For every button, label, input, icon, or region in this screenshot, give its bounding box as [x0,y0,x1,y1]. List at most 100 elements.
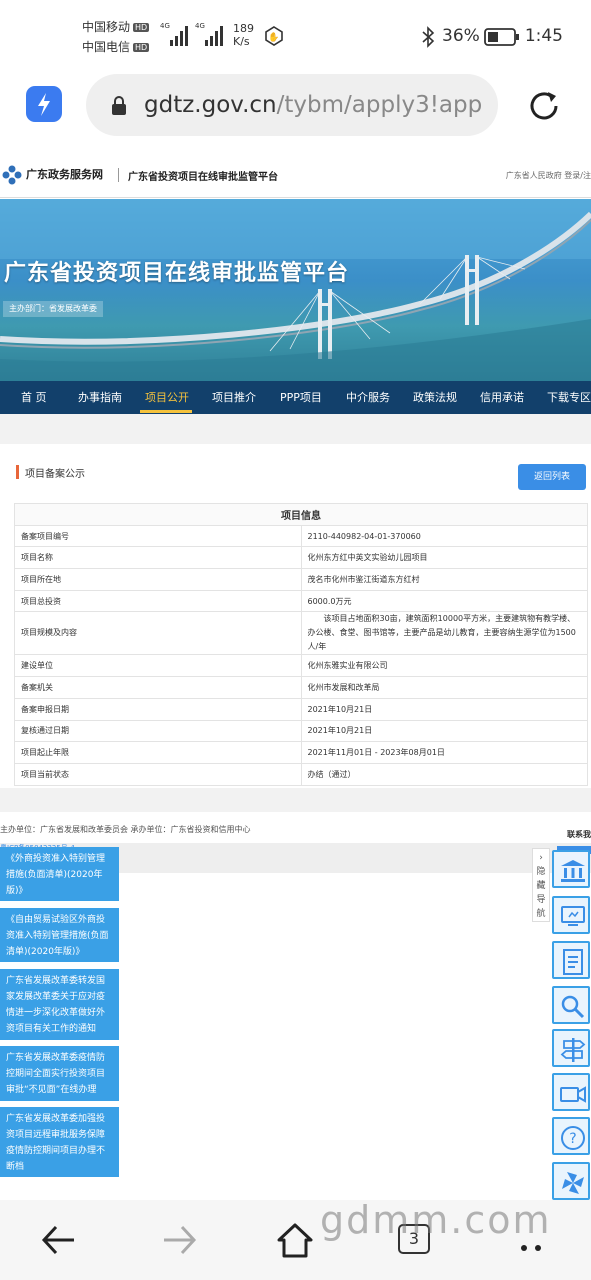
carrier-1: 中国移动 HD [82,20,150,34]
sidebar-online-button[interactable] [552,896,590,934]
government-building-icon [561,860,585,882]
nav-credit[interactable]: 信用承诺 [480,381,524,414]
sidebar-search-button[interactable] [552,986,590,1024]
svg-text:?: ? [569,1131,576,1147]
row-value: 2021年11月01日 - 2023年08月01日 [300,741,588,764]
bluetooth-icon [422,26,435,48]
back-to-list-button[interactable]: 返回列表 [518,464,586,490]
search-icon [561,995,585,1019]
sidebar-logo-button[interactable] [552,1162,590,1200]
table-row: 项目当前状态 办结（通过） [14,762,588,786]
banner-subtitle: 主办部门：省发展改革委 [3,301,103,317]
footer-sponsor: 主办单位：广东省发展和改革委员会 承办单位：广东省投资和信用中心 [0,825,251,834]
notice-link[interactable]: 《自由贸易试验区外商投资准入特别管理措施(负面清单)(2020年版)》 [0,908,119,962]
clock: 1:45 [524,26,563,46]
hide-nav-toggle[interactable]: › 隐藏导航 [532,848,550,922]
banner-title: 广东省投资项目在线审批监管平台 [4,261,350,286]
header-divider [118,168,119,182]
toggle-label: 隐藏导航 [536,867,546,919]
section-title: 项目备案公示 [25,469,85,480]
network-type-1: 4G [160,22,170,30]
hero-banner [0,199,591,381]
signpost-icon [560,1038,586,1062]
row-value: 2110-440982-04-01-370060 [300,524,588,548]
computer-icon [561,906,585,926]
bridge-illustration [0,199,591,381]
notice-link[interactable]: 广东省发展改革委疫情防控期间全面实行投资项目审批“不见面”在线办理 [0,1046,119,1101]
home-icon[interactable] [276,1222,314,1260]
signal-icon-2 [205,24,225,46]
notice-link[interactable]: 广东省发展改革委转发国家发展改革委关于应对疫情进一步深化改革做好外资项目有关工作… [0,969,119,1040]
row-value: 茂名市化州市鉴江街道东方红村 [300,568,588,591]
battery-icon [484,28,519,46]
lock-icon [112,96,126,115]
row-value: 化州东雅实业有限公司 [300,654,588,678]
row-label: 建设单位 [14,654,302,678]
table-row: 项目名称 化州东方红中英文实验幼儿园项目 [14,546,588,570]
spacer [0,414,591,444]
table-row: 备案申报日期 2021年10月21日 [14,697,588,721]
nav-project-promotion[interactable]: 项目推介 [212,381,256,414]
nav-home[interactable]: 首 页 [21,381,47,414]
browser-app-icon[interactable] [26,86,62,122]
row-label: 备案项目编号 [14,524,302,548]
nav-guide[interactable]: 办事指南 [78,381,122,414]
nav-ppp[interactable]: PPP项目 [280,381,322,414]
header-links[interactable]: 广东省人民政府 登录/注 [506,170,591,181]
sidebar-signpost-button[interactable] [552,1029,590,1067]
row-label: 项目起止年限 [14,741,302,764]
status-bar: 中国移动 HD 中国电信 HD 4G 4G 189 K/s ✋ 36% 1:45 [0,0,591,72]
watermark: gdmm.com [320,1198,552,1242]
help-icon: ? [561,1126,585,1150]
table-row: 项目规模及内容 该项目占地面积30亩，建筑面积10000平方米，主要建筑物有教学楼… [14,611,588,656]
site-logo-icon [2,165,22,185]
row-label: 复核通过日期 [14,719,302,743]
document-icon [563,949,583,975]
net-speed: 189 K/s [233,22,254,48]
contact-us-link[interactable]: 联系我 [567,829,591,840]
row-value: 6000.0万元 [300,589,588,613]
row-value: 2021年10月21日 [300,719,588,743]
row-label: 项目所在地 [14,568,302,591]
sidebar-document-button[interactable] [552,941,590,979]
notice-link[interactable]: 《外商投资准入特别管理措施(负面清单)(2020年版)》 [0,847,119,901]
row-value: 2021年10月21日 [300,697,588,721]
battery-percent: 36% [442,26,480,46]
shield-icon: ✋ [265,26,283,46]
sidebar-video-button[interactable] [552,1073,590,1111]
row-value: 化州东方红中英文实验幼儿园项目 [300,546,588,570]
row-value: 该项目占地面积30亩，建筑面积10000平方米，主要建筑物有教学楼、办公楼、食堂… [300,611,588,656]
signal-icon [170,24,190,46]
nav-download[interactable]: 下载专区 [547,381,591,414]
notice-link[interactable]: 广东省发展改革委加强投资项目远程审批服务保障疫情防控期间项目办理不断档 [0,1107,119,1177]
table-title: 项目信息 [14,503,588,526]
network-type-2: 4G [195,22,205,30]
row-label: 项目总投资 [14,589,302,613]
table-row: 项目总投资 6000.0万元 [14,589,588,613]
nav-policy[interactable]: 政策法规 [413,381,457,414]
section-marker [16,465,19,479]
forward-arrow-icon[interactable] [160,1222,198,1258]
url-text[interactable]: gdtz.gov.cn/tybm/apply3!app [144,92,486,118]
chevron-right-icon: › [539,853,543,863]
nav-intermediary[interactable]: 中介服务 [346,381,390,414]
video-camera-icon [560,1086,586,1103]
site-name[interactable]: 广东政务服务网 [26,166,103,182]
row-label: 项目当前状态 [14,762,302,786]
project-info-table: 项目信息 备案项目编号 2110-440982-04-01-370060 项目名称… [14,503,588,786]
platform-name: 广东省投资项目在线审批监管平台 [128,172,278,183]
reload-icon[interactable] [526,88,562,124]
back-arrow-icon[interactable] [40,1222,78,1258]
pinwheel-logo-icon [562,1172,584,1194]
svg-text:✋: ✋ [268,31,279,43]
row-label: 备案申报日期 [14,697,302,721]
carrier-2: 中国电信 HD [82,40,150,54]
table-row: 备案机关 化州市发展和改革局 [14,676,588,699]
sidebar-help-button[interactable]: ? [552,1117,590,1155]
table-row: 项目起止年限 2021年11月01日 - 2023年08月01日 [14,741,588,764]
row-label: 项目规模及内容 [14,611,302,656]
sidebar-building-button[interactable] [552,850,590,888]
row-value: 化州市发展和改革局 [300,676,588,699]
nav-active-indicator [140,410,192,413]
table-row: 复核通过日期 2021年10月21日 [14,719,588,743]
